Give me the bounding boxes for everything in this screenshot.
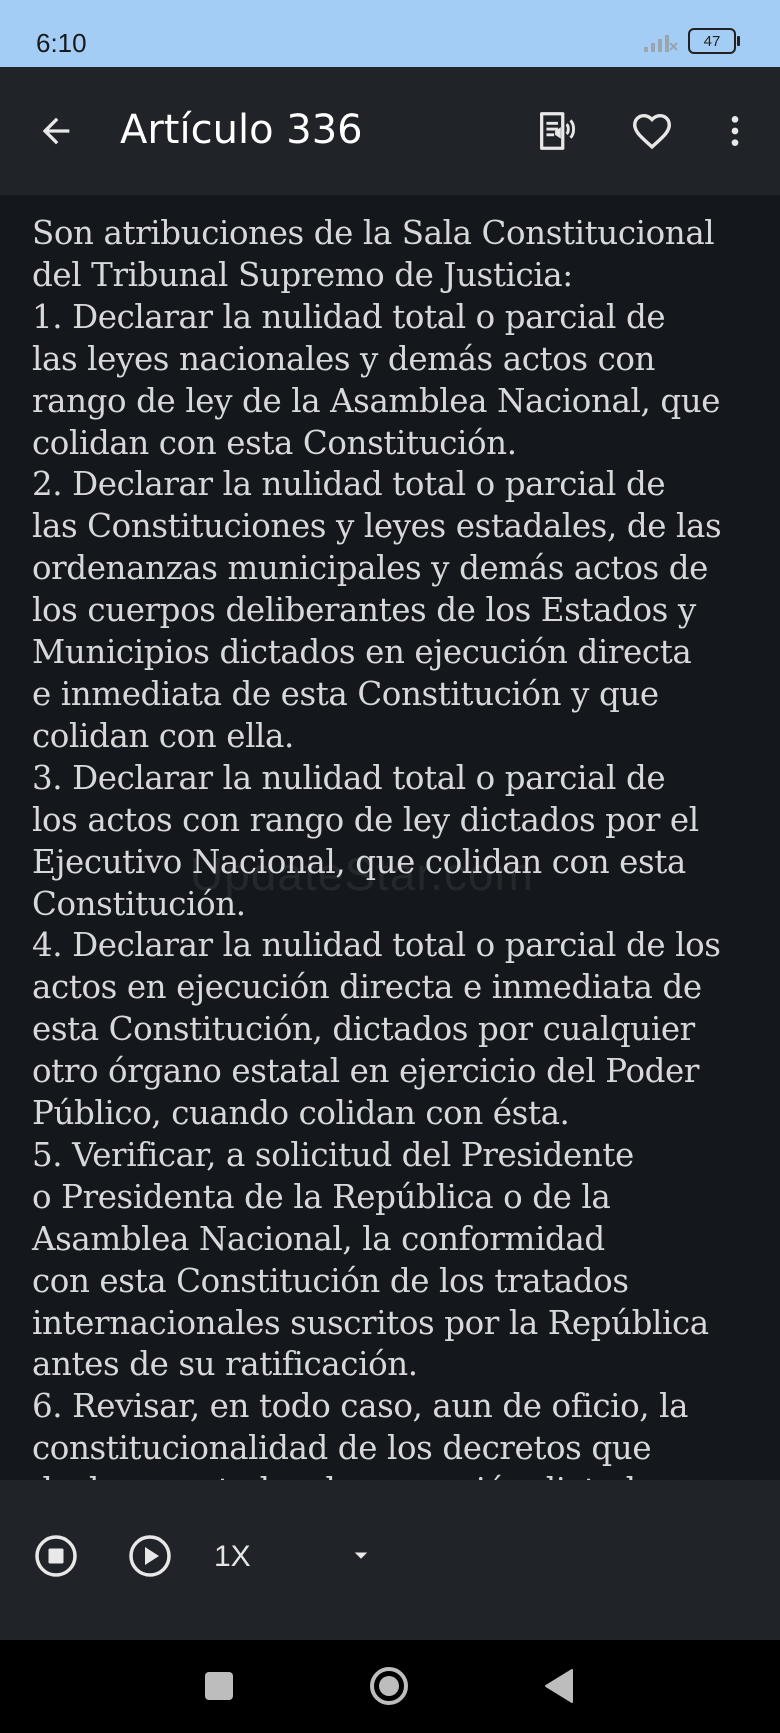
status-bar: 6:10 47 [0,0,780,67]
back-button[interactable] [28,103,84,159]
nav-back-button[interactable] [544,1668,574,1704]
stop-button[interactable] [32,1532,80,1580]
battery-level: 47 [703,32,721,50]
watermark: UpdateStar.com [190,848,534,900]
system-nav-bar [0,1640,780,1733]
favorite-button[interactable] [624,103,680,159]
signal-icon [644,35,678,52]
playback-speed[interactable]: 1X [214,1540,251,1574]
battery-icon: 47 [688,28,740,54]
article-content[interactable]: Son atribuciones de la Sala Constitucion… [0,195,780,1480]
text-to-speech-icon [540,112,576,150]
app-bar: Artículo 336 [0,67,780,195]
heart-outline-icon [633,113,671,150]
page-title: Artículo 336 [120,107,363,153]
recents-button[interactable] [205,1672,233,1700]
status-time: 6:10 [36,28,87,58]
text-to-speech-button[interactable] [529,103,585,159]
status-icons: 47 [642,28,740,54]
arrow-drop-down-icon[interactable] [346,1540,376,1570]
home-button[interactable] [369,1666,409,1706]
arrow-back-icon [42,117,70,145]
more-options-button[interactable] [707,103,763,159]
more-vert-icon [731,116,739,146]
play-button[interactable] [126,1532,174,1580]
tts-player-bar: 1X [0,1480,780,1640]
